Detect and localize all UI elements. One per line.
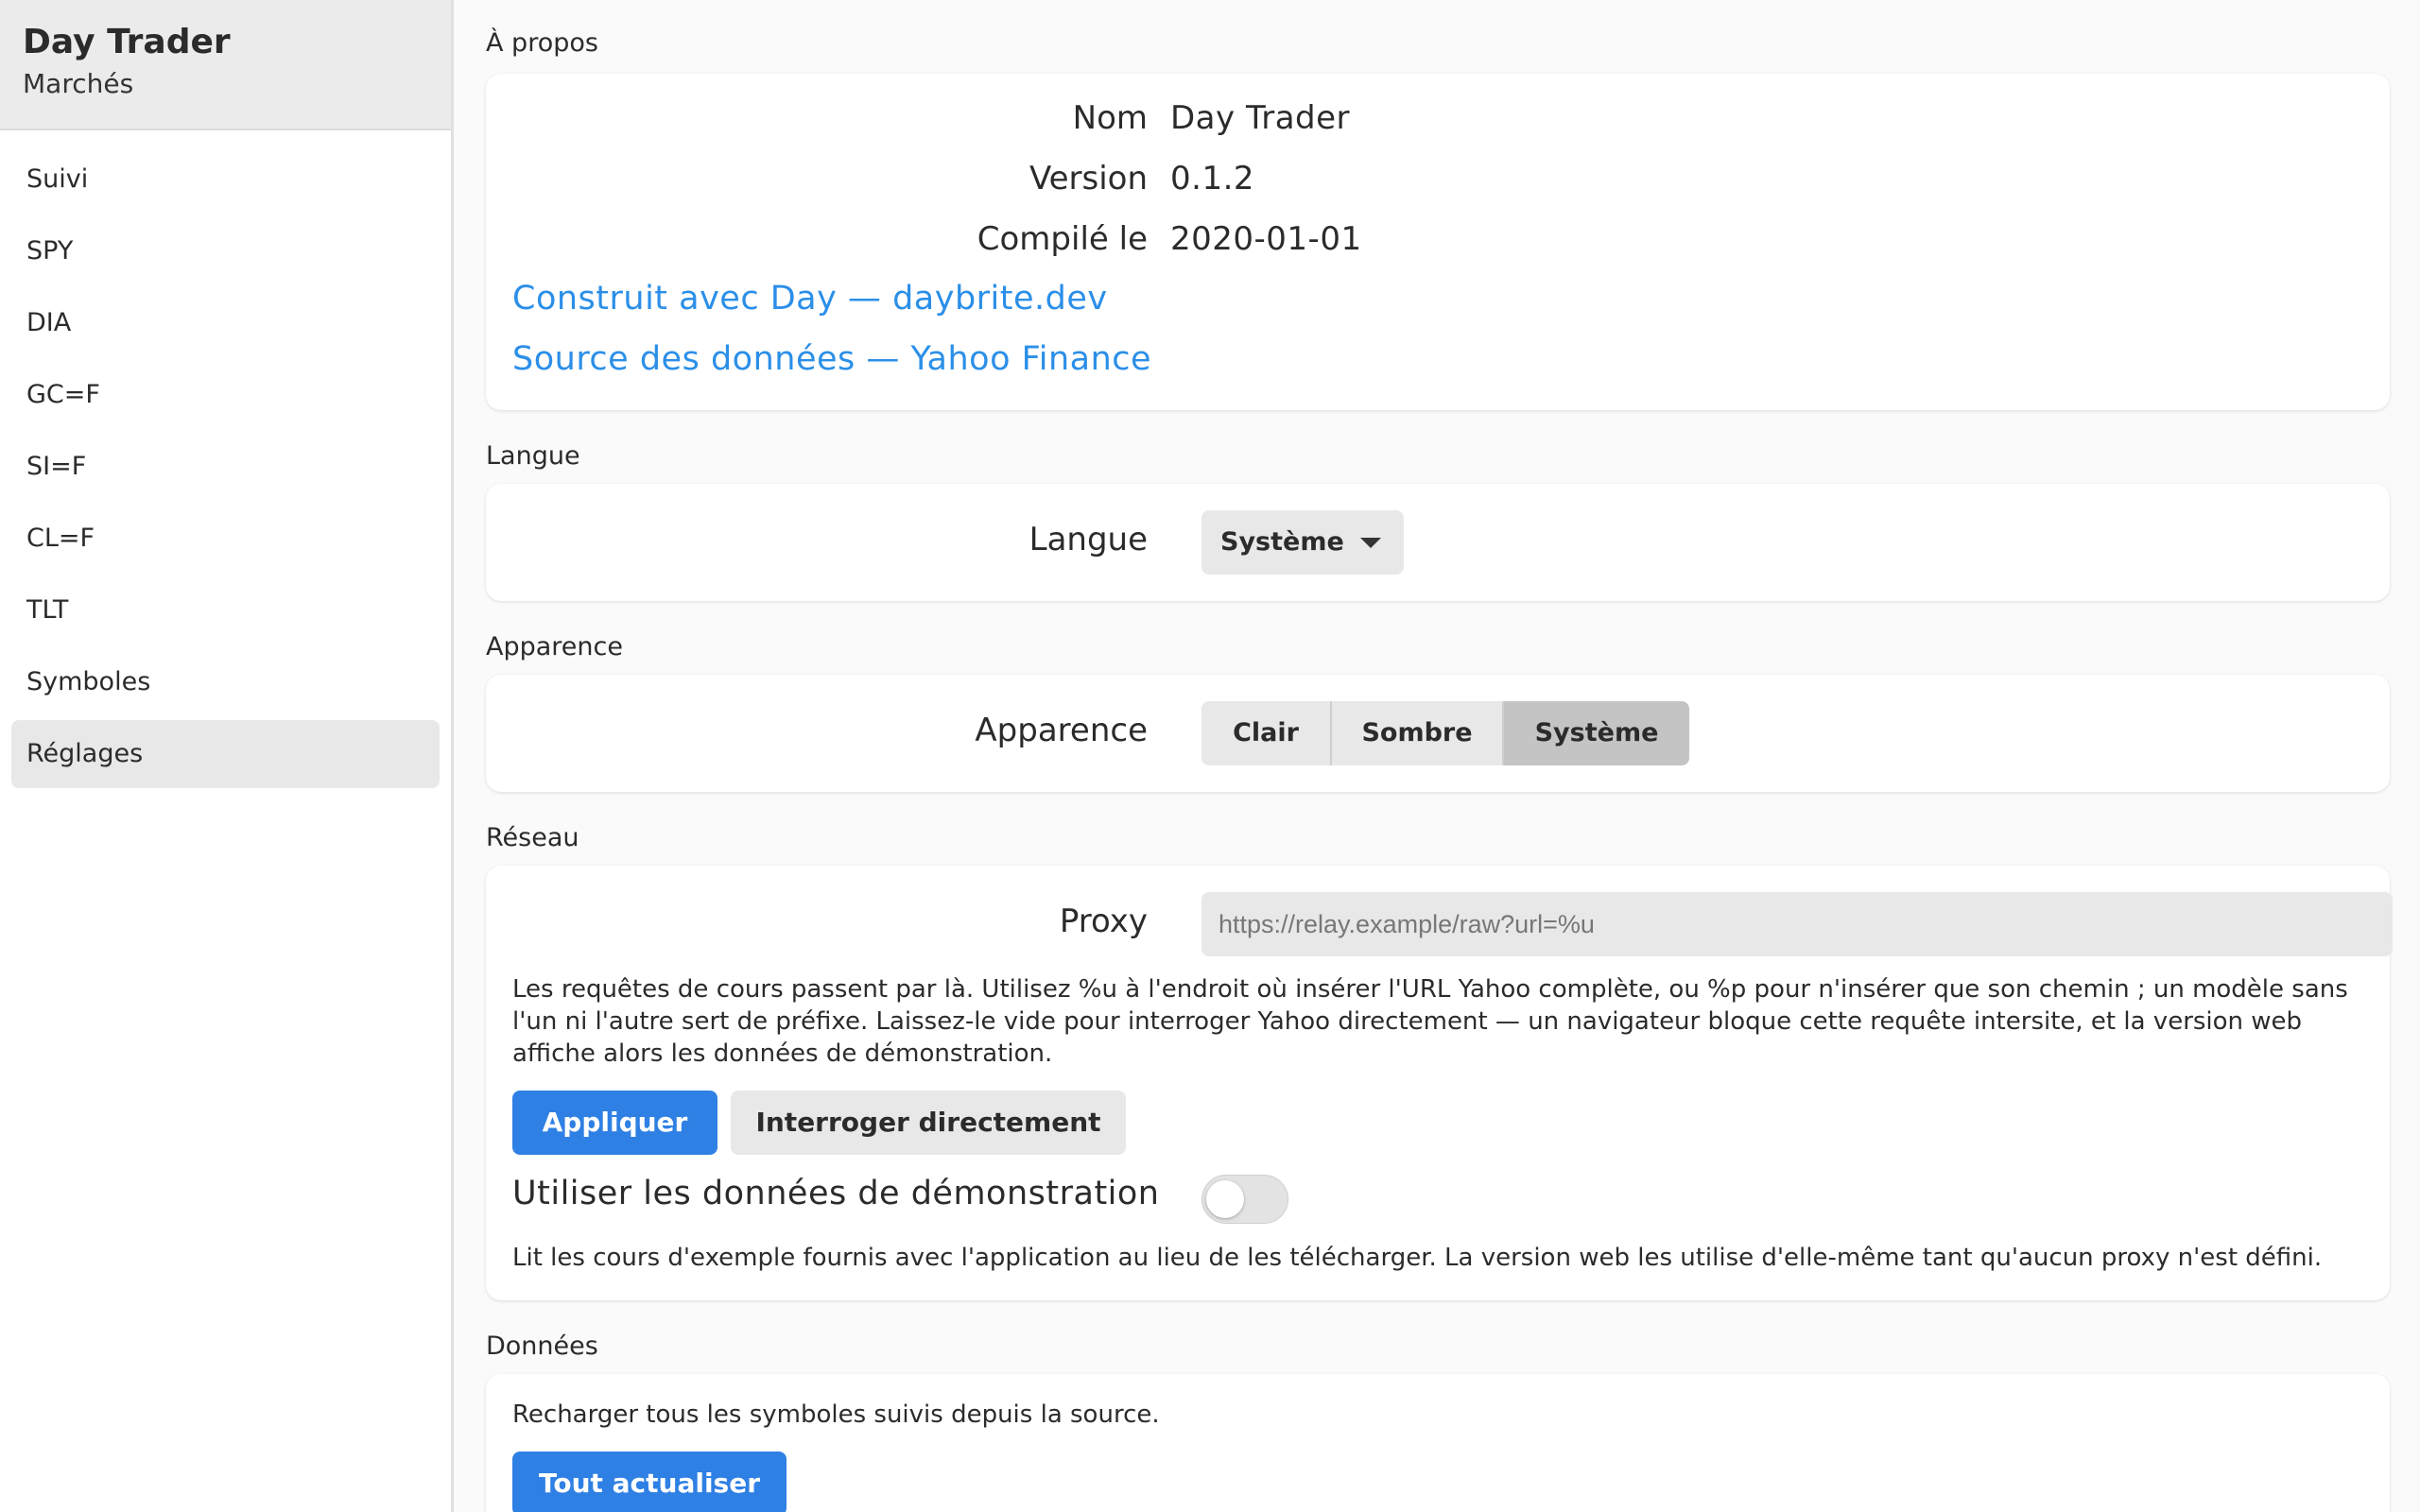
proxy-help-text: Les requêtes de cours passent par là. Ut…	[512, 973, 2365, 1070]
built-with-link[interactable]: Construit avec Day — daybrite.dev	[512, 280, 1108, 318]
compiled-label: Compilé le	[977, 220, 1148, 258]
about-card: Nom Day Trader Version 0.1.2 Compilé le …	[486, 74, 2390, 410]
sidebar-item-reglages[interactable]: Réglages	[11, 720, 440, 788]
compiled-value: 2020-01-01	[1170, 220, 1362, 258]
section-title-language: Langue	[486, 441, 580, 471]
sidebar-item-clf[interactable]: CL=F	[11, 505, 440, 573]
sidebar-item-tlt[interactable]: TLT	[11, 576, 440, 644]
appearance-card: Apparence Clair Sombre Système	[486, 675, 2390, 792]
refresh-all-button[interactable]: Tout actualiser	[512, 1452, 786, 1512]
proxy-help-line-2: l'un ni l'autre sert de préfixe. Laissez…	[512, 1007, 2303, 1036]
appearance-dark-button[interactable]: Sombre	[1332, 701, 1504, 765]
name-value: Day Trader	[1170, 99, 1351, 137]
name-label: Nom	[1072, 99, 1148, 137]
refresh-description: Recharger tous les symboles suivis depui…	[512, 1400, 1160, 1429]
section-title-appearance: Apparence	[486, 632, 623, 662]
sidebar-item-dia[interactable]: DIA	[11, 289, 440, 357]
proxy-help-line-3: affiche alors les données de démonstrati…	[512, 1040, 1053, 1068]
sidebar-nav: Suivi SPY DIA GC=F SI=F CL=F TLT Symbole…	[0, 130, 451, 788]
sidebar-item-symboles[interactable]: Symboles	[11, 648, 440, 716]
data-card: Recharger tous les symboles suivis depui…	[486, 1374, 2390, 1512]
language-label: Langue	[1028, 521, 1148, 558]
language-card: Langue Système	[486, 484, 2390, 601]
appearance-light-button[interactable]: Clair	[1201, 701, 1332, 765]
chevron-down-icon	[1360, 538, 1381, 548]
sidebar-item-gcf[interactable]: GC=F	[11, 361, 440, 429]
sidebar-item-sif[interactable]: SI=F	[11, 433, 440, 501]
demo-data-label: Utiliser les données de démonstration	[512, 1175, 1160, 1212]
apply-button[interactable]: Appliquer	[512, 1091, 717, 1155]
demo-data-toggle[interactable]	[1201, 1175, 1288, 1224]
sidebar: Day Trader Marchés Suivi SPY DIA GC=F SI…	[0, 0, 454, 1512]
query-directly-button[interactable]: Interroger directement	[731, 1091, 1126, 1155]
network-card: Proxy https://relay.example/raw?url=%u L…	[486, 866, 2393, 1300]
proxy-input[interactable]: https://relay.example/raw?url=%u	[1201, 892, 2393, 956]
appearance-system-button[interactable]: Système	[1504, 701, 1689, 765]
version-label: Version	[1028, 160, 1148, 198]
section-title-data: Données	[486, 1332, 598, 1361]
toggle-knob	[1206, 1180, 1244, 1218]
version-value: 0.1.2	[1170, 160, 1255, 198]
appearance-label: Apparence	[975, 712, 1148, 749]
app-subtitle: Marchés	[23, 68, 134, 99]
sidebar-header: Day Trader Marchés	[0, 0, 451, 130]
proxy-help-line-1: Les requêtes de cours passent par là. Ut…	[512, 975, 2348, 1004]
language-dropdown[interactable]: Système	[1201, 510, 1404, 575]
section-title-network: Réseau	[486, 823, 579, 852]
sidebar-item-spy[interactable]: SPY	[11, 217, 440, 285]
data-source-link[interactable]: Source des données — Yahoo Finance	[512, 340, 1151, 378]
section-title-about: À propos	[486, 28, 598, 58]
demo-data-help: Lit les cours d'exemple fournis avec l'a…	[512, 1244, 2323, 1272]
language-selected: Système	[1220, 527, 1344, 557]
app-title: Day Trader	[23, 23, 231, 61]
settings-main: À propos Nom Day Trader Version 0.1.2 Co…	[457, 0, 2420, 1512]
sidebar-item-suivi[interactable]: Suivi	[11, 146, 440, 214]
proxy-label: Proxy	[1059, 902, 1148, 940]
appearance-segmented-control: Clair Sombre Système	[1201, 701, 1689, 765]
